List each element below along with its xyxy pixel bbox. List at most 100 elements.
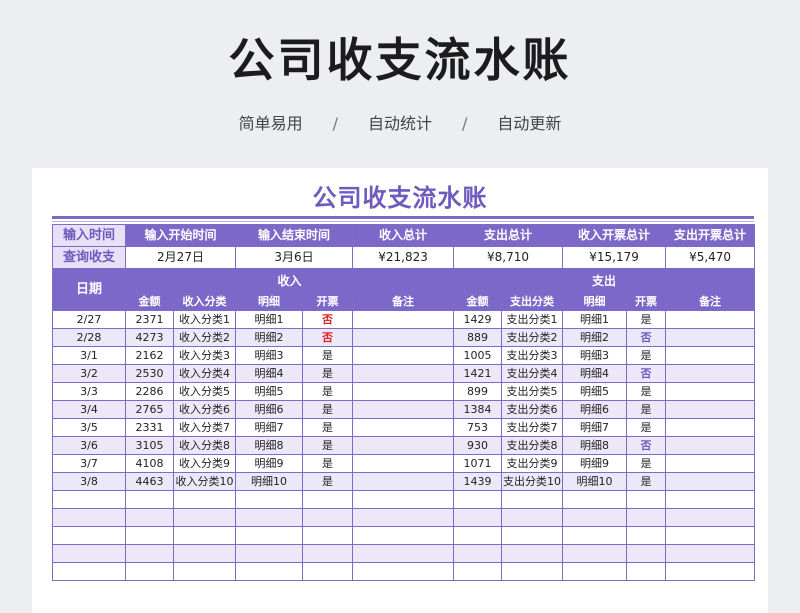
expense-category-cell[interactable]: 支出分类7 <box>501 418 564 437</box>
expense-note-cell[interactable] <box>665 436 756 455</box>
expense-invoice-cell[interactable]: 是 <box>626 454 667 473</box>
expense-detail-cell[interactable] <box>562 562 628 581</box>
expense-detail-cell[interactable]: 明细3 <box>562 346 628 365</box>
income-detail-cell[interactable]: 明细2 <box>235 328 304 347</box>
expense-invoice-cell[interactable]: 是 <box>626 346 667 365</box>
income-category-cell[interactable] <box>172 562 237 581</box>
income-amount-cell[interactable]: 2286 <box>125 382 174 401</box>
expense-amount-cell[interactable]: 1005 <box>453 346 503 365</box>
expense-note-cell[interactable] <box>665 454 756 473</box>
income-amount-cell[interactable]: 4463 <box>125 472 174 491</box>
expense-amount-cell[interactable] <box>453 508 503 527</box>
expense-detail-cell[interactable]: 明细10 <box>562 472 628 491</box>
income-invoice-cell[interactable]: 是 <box>302 364 354 383</box>
income-amount-cell[interactable]: 2530 <box>125 364 174 383</box>
expense-category-cell[interactable] <box>501 490 564 509</box>
expense-amount-cell[interactable] <box>453 526 503 545</box>
income-detail-cell[interactable]: 明细6 <box>235 400 304 419</box>
income-detail-cell[interactable] <box>235 544 304 563</box>
income-invoice-cell[interactable]: 否 <box>302 310 354 329</box>
income-category-cell[interactable]: 收入分类3 <box>172 346 237 365</box>
income-invoice-cell[interactable] <box>302 544 354 563</box>
income-detail-cell[interactable] <box>235 562 304 581</box>
date-cell[interactable] <box>52 544 126 563</box>
income-amount-cell[interactable]: 2331 <box>125 418 174 437</box>
expense-amount-cell[interactable]: 1384 <box>453 400 503 419</box>
expense-note-cell[interactable] <box>665 472 756 491</box>
income-amount-cell[interactable]: 4273 <box>125 328 174 347</box>
expense-category-cell[interactable]: 支出分类6 <box>501 400 564 419</box>
expense-detail-cell[interactable] <box>562 490 628 509</box>
expense-note-cell[interactable] <box>665 382 756 401</box>
expense-category-cell[interactable]: 支出分类2 <box>501 328 564 347</box>
income-detail-cell[interactable]: 明细4 <box>235 364 304 383</box>
income-invoice-cell[interactable]: 是 <box>302 418 354 437</box>
income-detail-cell[interactable]: 明细9 <box>235 454 304 473</box>
income-amount-cell[interactable]: 2162 <box>125 346 174 365</box>
income-note-cell[interactable] <box>352 346 455 365</box>
income-category-cell[interactable] <box>172 526 237 545</box>
expense-amount-cell[interactable]: 1421 <box>453 364 503 383</box>
income-category-cell[interactable]: 收入分类1 <box>172 310 237 329</box>
income-detail-cell[interactable]: 明细8 <box>235 436 304 455</box>
date-cell[interactable]: 3/8 <box>52 472 126 491</box>
expense-note-cell[interactable] <box>665 490 756 509</box>
expense-category-cell[interactable]: 支出分类4 <box>501 364 564 383</box>
date-cell[interactable]: 2/28 <box>52 328 126 347</box>
income-note-cell[interactable] <box>352 544 455 563</box>
expense-note-cell[interactable] <box>665 364 756 383</box>
date-cell[interactable]: 3/1 <box>52 346 126 365</box>
expense-invoice-cell[interactable]: 否 <box>626 328 667 347</box>
income-note-cell[interactable] <box>352 328 455 347</box>
expense-amount-cell[interactable]: 899 <box>453 382 503 401</box>
expense-detail-cell[interactable]: 明细6 <box>562 400 628 419</box>
expense-category-cell[interactable] <box>501 562 564 581</box>
income-invoice-cell[interactable]: 是 <box>302 346 354 365</box>
expense-amount-cell[interactable]: 1439 <box>453 472 503 491</box>
income-note-cell[interactable] <box>352 472 455 491</box>
expense-amount-cell[interactable]: 1429 <box>453 310 503 329</box>
income-category-cell[interactable]: 收入分类5 <box>172 382 237 401</box>
expense-note-cell[interactable] <box>665 400 756 419</box>
expense-detail-cell[interactable]: 明细7 <box>562 418 628 437</box>
expense-category-cell[interactable]: 支出分类10 <box>501 472 564 491</box>
expense-note-cell[interactable] <box>665 544 756 563</box>
income-amount-cell[interactable]: 4108 <box>125 454 174 473</box>
income-note-cell[interactable] <box>352 364 455 383</box>
income-amount-cell[interactable] <box>125 544 174 563</box>
income-category-cell[interactable]: 收入分类6 <box>172 400 237 419</box>
expense-category-cell[interactable]: 支出分类9 <box>501 454 564 473</box>
date-cell[interactable] <box>52 526 126 545</box>
income-detail-cell[interactable] <box>235 508 304 527</box>
expense-detail-cell[interactable]: 明细5 <box>562 382 628 401</box>
date-cell[interactable]: 3/3 <box>52 382 126 401</box>
income-note-cell[interactable] <box>352 562 455 581</box>
income-invoice-cell[interactable]: 是 <box>302 454 354 473</box>
income-category-cell[interactable]: 收入分类2 <box>172 328 237 347</box>
income-note-cell[interactable] <box>352 310 455 329</box>
income-amount-cell[interactable] <box>125 490 174 509</box>
income-note-cell[interactable] <box>352 436 455 455</box>
end-time-cell[interactable]: 3月6日 <box>235 246 354 269</box>
expense-category-cell[interactable] <box>501 544 564 563</box>
income-invoice-cell[interactable]: 是 <box>302 472 354 491</box>
date-cell[interactable]: 3/2 <box>52 364 126 383</box>
expense-invoice-cell[interactable]: 否 <box>626 436 667 455</box>
income-note-cell[interactable] <box>352 508 455 527</box>
expense-invoice-cell[interactable]: 是 <box>626 382 667 401</box>
expense-amount-cell[interactable] <box>453 544 503 563</box>
income-detail-cell[interactable]: 明细3 <box>235 346 304 365</box>
expense-category-cell[interactable]: 支出分类1 <box>501 310 564 329</box>
expense-invoice-cell[interactable]: 是 <box>626 418 667 437</box>
expense-detail-cell[interactable]: 明细2 <box>562 328 628 347</box>
income-note-cell[interactable] <box>352 454 455 473</box>
expense-category-cell[interactable]: 支出分类3 <box>501 346 564 365</box>
income-invoice-cell[interactable] <box>302 508 354 527</box>
income-category-cell[interactable] <box>172 508 237 527</box>
income-detail-cell[interactable]: 明细1 <box>235 310 304 329</box>
date-cell[interactable]: 3/6 <box>52 436 126 455</box>
expense-invoice-cell[interactable] <box>626 490 667 509</box>
income-invoice-cell[interactable]: 是 <box>302 382 354 401</box>
expense-category-cell[interactable]: 支出分类8 <box>501 436 564 455</box>
income-detail-cell[interactable]: 明细5 <box>235 382 304 401</box>
